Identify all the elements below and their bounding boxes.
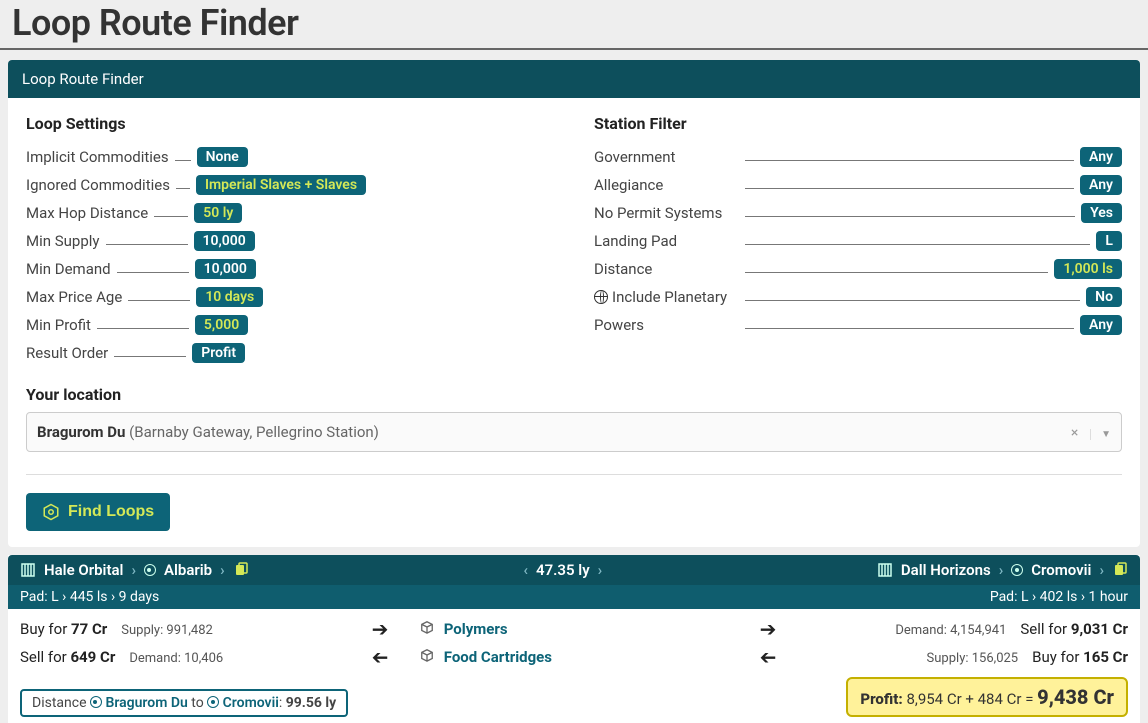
panel-body: Loop Settings Implicit Commodities None … xyxy=(8,98,1140,547)
sell-price: Sell for 649 Cr xyxy=(20,648,115,666)
profit-summary: Profit: 8,954 Cr + 484 Cr = 9,438 Cr xyxy=(846,677,1128,717)
supply: Supply: 991,482 xyxy=(121,623,213,638)
panel-header: Loop Route Finder xyxy=(8,60,1140,98)
cargo-icon xyxy=(420,620,438,638)
route-icon xyxy=(42,503,60,521)
loop-settings-heading: Loop Settings xyxy=(26,114,554,133)
page-title: Loop Route Finder xyxy=(0,0,1148,50)
station-icon xyxy=(877,562,893,578)
system-link[interactable]: Cromovii xyxy=(223,695,279,711)
setting-value-pill[interactable]: 10 days xyxy=(196,287,263,307)
setting-result-order[interactable]: Result Order Profit xyxy=(26,341,554,365)
station-icon xyxy=(20,562,36,578)
setting-implicit-commodities[interactable]: Implicit Commodities None xyxy=(26,145,554,169)
left-arrow-icon: ➔ xyxy=(728,645,808,669)
setting-label: Landing Pad xyxy=(594,232,677,250)
setting-value-pill[interactable]: Profit xyxy=(192,343,245,363)
trade-row-outbound: Buy for 77 Cr Supply: 991,482 ➔ Polymers… xyxy=(20,617,1128,641)
setting-label: Max Price Age xyxy=(26,288,122,306)
location-select[interactable]: Bragurom Du (Barnaby Gateway, Pellegrino… xyxy=(26,412,1122,452)
cargo-icon xyxy=(420,648,438,666)
setting-label: Include Planetary xyxy=(612,288,727,306)
result-right-station: Dall Horizons › Cromovii › xyxy=(877,561,1128,579)
commodity-link[interactable]: Food Cartridges xyxy=(420,648,728,666)
filter-no-permit[interactable]: No Permit Systems Yes xyxy=(594,201,1122,225)
buy-price: Buy for 77 Cr xyxy=(20,620,107,638)
buy-price: Buy for 165 Cr xyxy=(1032,648,1128,666)
system-icon xyxy=(90,696,102,708)
globe-icon xyxy=(594,290,608,304)
demand: Demand: 4,154,941 xyxy=(895,623,1006,638)
right-arrow-icon: ➔ xyxy=(340,617,420,641)
setting-value-pill[interactable]: 5,000 xyxy=(195,315,248,335)
system-link[interactable]: Cromovii xyxy=(1031,561,1091,579)
setting-label: No Permit Systems xyxy=(594,204,722,222)
setting-value-pill[interactable]: No xyxy=(1086,287,1122,307)
location-heading: Your location xyxy=(26,385,1122,404)
setting-ignored-commodities[interactable]: Ignored Commodities Imperial Slaves + Sl… xyxy=(26,173,554,197)
setting-max-hop-distance[interactable]: Max Hop Distance 50 ly xyxy=(26,201,554,225)
sell-price: Sell for 9,031 Cr xyxy=(1020,620,1128,638)
copy-icon[interactable] xyxy=(233,562,249,578)
find-loops-button[interactable]: Find Loops xyxy=(26,493,170,531)
setting-label: Powers xyxy=(594,316,644,334)
setting-value-pill[interactable]: Any xyxy=(1080,147,1122,167)
result-distance: ‹ 47.35 ly › xyxy=(523,561,602,579)
setting-label: Min Supply xyxy=(26,232,100,250)
setting-label: Allegiance xyxy=(594,176,663,194)
filter-landing-pad[interactable]: Landing Pad L xyxy=(594,229,1122,253)
copy-icon[interactable] xyxy=(1112,562,1128,578)
filter-distance[interactable]: Distance 1,000 ls xyxy=(594,257,1122,281)
filter-powers[interactable]: Powers Any xyxy=(594,313,1122,337)
setting-value-pill[interactable]: 1,000 ls xyxy=(1054,259,1122,279)
filter-allegiance[interactable]: Allegiance Any xyxy=(594,173,1122,197)
station-link[interactable]: Dall Horizons xyxy=(901,561,991,579)
filter-include-planetary[interactable]: Include Planetary No xyxy=(594,285,1122,309)
setting-value-pill[interactable]: None xyxy=(197,147,248,167)
setting-value-pill[interactable]: Any xyxy=(1080,315,1122,335)
right-station-meta: Pad: L › 402 ls › 1 hour xyxy=(990,589,1128,605)
station-link[interactable]: Hale Orbital xyxy=(44,561,123,579)
right-arrow-icon: ➔ xyxy=(728,617,808,641)
setting-label: Government xyxy=(594,148,675,166)
setting-label: Min Profit xyxy=(26,316,91,334)
filter-government[interactable]: Government Any xyxy=(594,145,1122,169)
setting-value-pill[interactable]: 50 ly xyxy=(194,203,242,223)
setting-value-pill[interactable]: Imperial Slaves + Slaves xyxy=(196,175,366,195)
dropdown-caret-icon[interactable]: ▼ xyxy=(1090,429,1111,440)
station-filter-heading: Station Filter xyxy=(594,114,1122,133)
setting-value-pill[interactable]: Any xyxy=(1080,175,1122,195)
setting-label: Distance xyxy=(594,260,652,278)
setting-value-pill[interactable]: 10,000 xyxy=(195,259,256,279)
setting-label: Implicit Commodities xyxy=(26,148,169,166)
setting-label: Min Demand xyxy=(26,260,111,278)
left-arrow-icon: ➔ xyxy=(340,645,420,669)
distance-summary: Distance Bragurom Du to Cromovii: 99.56 … xyxy=(20,689,348,717)
setting-value-pill[interactable]: Yes xyxy=(1081,203,1122,223)
left-station-meta: Pad: L › 445 ls › 9 days xyxy=(20,589,159,605)
system-icon xyxy=(144,564,156,576)
system-icon xyxy=(1011,564,1023,576)
setting-label: Ignored Commodities xyxy=(26,176,170,194)
system-link[interactable]: Albarib xyxy=(164,561,212,579)
setting-min-demand[interactable]: Min Demand 10,000 xyxy=(26,257,554,281)
clear-location-icon[interactable]: × xyxy=(1071,425,1078,441)
setting-label: Result Order xyxy=(26,344,108,362)
location-value: Bragurom Du (Barnaby Gateway, Pellegrino… xyxy=(37,423,379,441)
setting-max-price-age[interactable]: Max Price Age 10 days xyxy=(26,285,554,309)
setting-min-supply[interactable]: Min Supply 10,000 xyxy=(26,229,554,253)
setting-value-pill[interactable]: 10,000 xyxy=(194,231,255,251)
result-card: Hale Orbital › Albarib › ‹ 47.35 ly › Da… xyxy=(8,555,1140,723)
setting-label: Max Hop Distance xyxy=(26,204,148,222)
system-icon xyxy=(207,696,219,708)
commodity-link[interactable]: Polymers xyxy=(420,620,728,638)
trade-row-return: Sell for 649 Cr Demand: 10,406 ➔ Food Ca… xyxy=(20,645,1128,669)
result-left-station: Hale Orbital › Albarib › xyxy=(20,561,249,579)
setting-value-pill[interactable]: L xyxy=(1096,231,1122,251)
system-link[interactable]: Bragurom Du xyxy=(105,695,187,711)
setting-min-profit[interactable]: Min Profit 5,000 xyxy=(26,313,554,337)
